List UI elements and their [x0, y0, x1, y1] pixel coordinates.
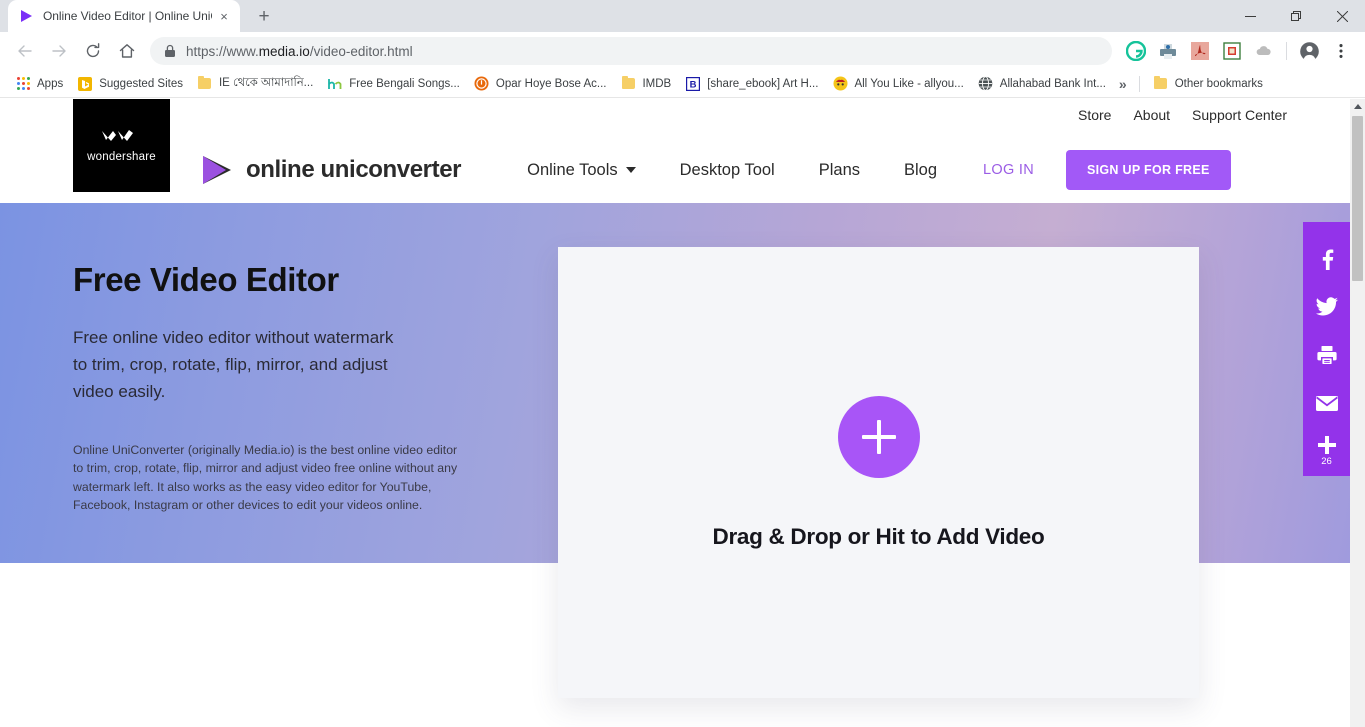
window-controls: [1227, 0, 1365, 32]
forward-button[interactable]: [44, 36, 74, 66]
utility-link-store[interactable]: Store: [1078, 107, 1111, 123]
bookmark-label: All You Like - allyou...: [854, 77, 964, 90]
bookmark-label: Opar Hoye Bose Ac...: [495, 77, 607, 90]
extension-icons: [1120, 38, 1357, 64]
bookmark-opar-hoye-bose[interactable]: Opar Hoye Bose Ac...: [467, 73, 614, 95]
nav-label: Online Tools: [527, 160, 618, 179]
bookmark-allahabad-bank[interactable]: Allahabad Bank Int...: [971, 73, 1113, 95]
hero-subheading: Free online video editor without waterma…: [73, 328, 394, 401]
folder-icon: [620, 76, 636, 92]
back-button[interactable]: [10, 36, 40, 66]
page-scrollbar[interactable]: [1350, 99, 1365, 727]
bookmark-imdb[interactable]: IMDB: [613, 73, 678, 95]
nav-item-online-tools[interactable]: Online Tools: [505, 161, 658, 180]
browser-toolbar: https://www.media.io/video-editor.html: [0, 32, 1365, 70]
printer-extension-icon[interactable]: [1155, 38, 1181, 64]
browser-tab[interactable]: Online Video Editor | Online UniC ×: [8, 0, 240, 32]
hero-content: Free Video Editor Free online video edit…: [73, 261, 493, 515]
nav-item-plans[interactable]: Plans: [797, 161, 882, 180]
bookmark-label: IMDB: [642, 77, 672, 90]
hero-description: Online UniConverter (originally Media.io…: [73, 443, 458, 513]
new-tab-button[interactable]: +: [250, 2, 278, 30]
log-in-link[interactable]: LOG IN: [983, 162, 1034, 178]
cloud-extension-icon[interactable]: [1251, 38, 1277, 64]
share-count: 26: [1321, 456, 1332, 467]
utility-nav: Store About Support Center: [1078, 107, 1287, 123]
scroll-up-arrow-icon[interactable]: [1350, 99, 1365, 114]
close-icon[interactable]: ×: [216, 8, 232, 24]
brand-logo[interactable]: online uniconverter: [200, 154, 462, 186]
site-nav-row: online uniconverter Online Tools Desktop…: [0, 137, 1365, 203]
brand-name: online uniconverter: [246, 156, 462, 183]
lock-icon: [164, 44, 176, 58]
folder-icon: [1153, 76, 1169, 92]
purple-play-triangle-icon: [200, 154, 234, 186]
maximize-icon[interactable]: [1273, 0, 1319, 32]
account-avatar-icon[interactable]: [1296, 38, 1322, 64]
bookmark-apps[interactable]: Apps: [8, 73, 70, 95]
toolbar-divider: [1286, 42, 1287, 60]
scrollbar-thumb[interactable]: [1352, 116, 1363, 281]
bookmarks-divider: [1138, 75, 1140, 92]
reload-button[interactable]: [78, 36, 108, 66]
home-button[interactable]: [112, 36, 142, 66]
utility-link-about[interactable]: About: [1133, 107, 1170, 123]
twitter-share-icon[interactable]: [1303, 283, 1350, 331]
browser-titlebar: Online Video Editor | Online UniC × +: [0, 0, 1365, 32]
bookmark-label: [share_ebook] Art H...: [707, 77, 819, 90]
hungama-icon: [327, 76, 343, 92]
other-bookmarks-button[interactable]: Other bookmarks: [1146, 73, 1270, 95]
bookmark-suggested-sites[interactable]: Suggested Sites: [70, 73, 190, 95]
nav-item-blog[interactable]: Blog: [882, 161, 959, 180]
bookmark-label: IE থেকে আমাদানি...: [218, 77, 314, 89]
site-header: Store About Support Center wondershare o…: [0, 99, 1365, 203]
bookmarks-overflow-button[interactable]: »: [1113, 76, 1133, 92]
play-triangle-favicon: [18, 8, 34, 24]
main-nav: Online Tools Desktop Tool Plans Blog: [505, 161, 959, 180]
email-share-icon[interactable]: [1303, 379, 1350, 427]
sign-up-button[interactable]: SIGN UP FOR FREE: [1065, 150, 1231, 190]
minimize-icon[interactable]: [1227, 0, 1273, 32]
window-close-icon[interactable]: [1319, 0, 1365, 32]
browser-window: Online Video Editor | Online UniC × + ht…: [0, 0, 1365, 727]
page-title: Free Video Editor: [73, 261, 339, 298]
print-share-icon[interactable]: [1303, 331, 1350, 379]
folder-icon: [197, 76, 213, 92]
bing-icon: [77, 76, 93, 92]
chevron-down-icon: [625, 167, 636, 173]
address-bar[interactable]: https://www.media.io/video-editor.html: [150, 37, 1112, 65]
bookmark-free-bengali-songs[interactable]: Free Bengali Songs...: [320, 73, 467, 95]
bookmark-all-you-like[interactable]: All You Like - allyou...: [825, 73, 970, 95]
facebook-share-icon[interactable]: [1303, 235, 1350, 283]
bookmark-label: Free Bengali Songs...: [349, 77, 460, 90]
apps-grid-icon: [15, 76, 31, 92]
globe-icon: [978, 76, 994, 92]
b-letter-icon: B: [685, 76, 701, 92]
bookmark-label: Allahabad Bank Int...: [999, 77, 1106, 90]
three-dot-menu-icon[interactable]: [1328, 38, 1354, 64]
bookmark-label: Suggested Sites: [99, 77, 183, 90]
dropzone-label: Drag & Drop or Hit to Add Video: [712, 523, 1045, 549]
grammarly-extension-icon[interactable]: [1123, 38, 1149, 64]
url-text: https://www.media.io/video-editor.html: [186, 43, 413, 59]
bookmarks-bar: Apps Suggested Sites IE থেকে আমাদানি... …: [0, 70, 1365, 98]
bookmark-ie-imported[interactable]: IE থেকে আমাদানি...: [190, 73, 320, 95]
bookmark-label: Apps: [37, 77, 64, 90]
tab-title: Online Video Editor | Online UniC: [43, 9, 212, 23]
orange-circle-icon: [474, 76, 490, 92]
svg-text:B: B: [690, 79, 697, 90]
red-box-extension-icon[interactable]: [1219, 38, 1245, 64]
page-viewport: Store About Support Center wondershare o…: [0, 99, 1365, 727]
add-video-button[interactable]: [837, 395, 920, 478]
video-dropzone[interactable]: Drag & Drop or Hit to Add Video: [558, 247, 1199, 698]
yellow-face-icon: [832, 76, 848, 92]
adobe-acrobat-extension-icon[interactable]: [1187, 38, 1213, 64]
nav-item-desktop-tool[interactable]: Desktop Tool: [658, 161, 797, 180]
bookmark-share-ebook[interactable]: B [share_ebook] Art H...: [678, 73, 825, 95]
social-share-rail: 26: [1303, 222, 1350, 476]
utility-link-support-center[interactable]: Support Center: [1192, 107, 1287, 123]
other-bookmarks-label: Other bookmarks: [1174, 77, 1263, 90]
